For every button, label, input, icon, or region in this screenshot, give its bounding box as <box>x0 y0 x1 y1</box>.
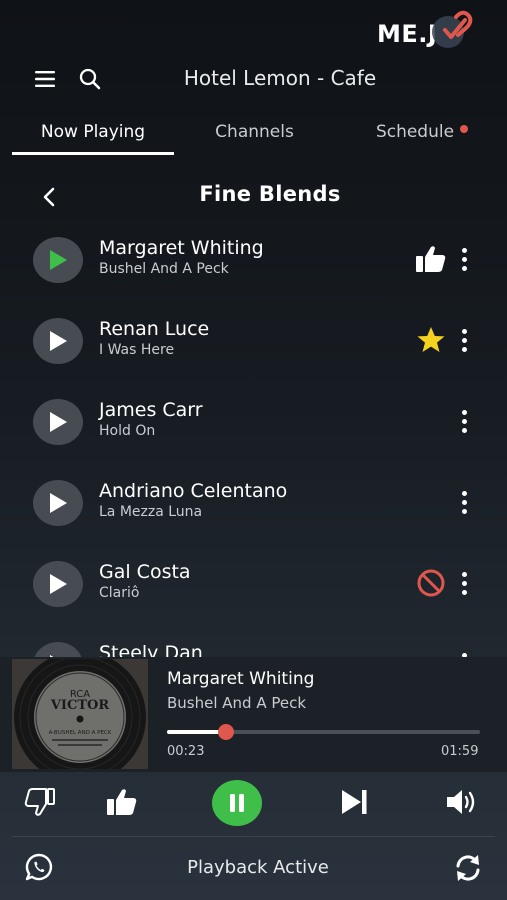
track-artist: Gal Costa <box>99 561 191 583</box>
track-more-menu[interactable] <box>452 322 476 358</box>
volume-icon[interactable] <box>442 776 482 828</box>
tab-label: Schedule <box>375 122 455 142</box>
tab-label: Channels <box>215 122 294 142</box>
whatsapp-icon[interactable] <box>22 850 56 884</box>
play-button[interactable] <box>33 480 83 526</box>
track-song: Clariô <box>99 585 140 601</box>
track-song: Hold On <box>99 423 156 439</box>
skip-next-icon[interactable] <box>336 776 372 828</box>
play-button[interactable] <box>33 561 83 607</box>
album-label-title: A-BUSHEL AND A PECK <box>49 730 112 736</box>
track-song: La Mezza Luna <box>99 504 203 520</box>
track-artist: Margaret Whiting <box>99 237 264 259</box>
back-icon[interactable] <box>34 182 64 212</box>
tab-channels[interactable]: Channels <box>182 122 327 150</box>
blocked-icon <box>414 566 448 600</box>
track-more-menu[interactable] <box>452 484 476 520</box>
track-row[interactable]: James Carr Hold On <box>0 399 507 480</box>
play-icon <box>50 331 67 351</box>
track-artist: Andriano Celentano <box>99 480 288 502</box>
progress-bar[interactable] <box>167 724 480 740</box>
playlist-title: Fine Blends <box>199 182 341 206</box>
now-playing-artist: Margaret Whiting <box>167 669 315 689</box>
progress-handle[interactable] <box>218 724 235 740</box>
play-icon <box>50 493 67 513</box>
divider <box>12 836 495 837</box>
pause-icon <box>230 794 244 812</box>
playback-status: Playback Active <box>187 857 329 878</box>
now-playing-panel: RCA VICTOR A-BUSHEL AND A PECK Margaret … <box>0 657 507 772</box>
track-more-menu[interactable] <box>452 403 476 439</box>
refresh-icon[interactable] <box>450 850 486 886</box>
thumbs-up-icon <box>414 242 448 276</box>
track-row[interactable]: Margaret Whiting Bushel And A Peck <box>0 237 507 318</box>
star-icon <box>414 323 448 357</box>
track-more-menu[interactable] <box>452 241 476 277</box>
tab-schedule[interactable]: Schedule <box>340 122 490 150</box>
tab-active-indicator <box>12 152 174 155</box>
track-row[interactable]: Gal Costa Clariô <box>0 561 507 642</box>
tab-now-playing[interactable]: Now Playing <box>12 122 174 150</box>
track-more-menu[interactable] <box>452 565 476 601</box>
track-artist: James Carr <box>99 399 203 421</box>
total-time: 01:59 <box>441 744 479 759</box>
play-button[interactable] <box>33 318 83 364</box>
page-title: Hotel Lemon - Cafe <box>183 66 377 90</box>
notification-badge <box>460 125 469 133</box>
track-song: I Was Here <box>99 342 175 358</box>
play-button[interactable] <box>33 237 83 283</box>
play-icon <box>50 412 67 432</box>
thumbs-down-icon[interactable] <box>20 776 60 828</box>
album-label-brand: VICTOR <box>50 698 110 713</box>
pause-button[interactable] <box>212 780 262 826</box>
track-song: Bushel And A Peck <box>99 261 229 277</box>
track-row[interactable]: Renan Luce I Was Here <box>0 318 507 399</box>
thumbs-up-icon[interactable] <box>102 776 142 828</box>
brand-logo: ME.J <box>377 10 487 58</box>
track-row[interactable]: Andriano Celentano La Mezza Luna <box>0 480 507 561</box>
tab-label: Now Playing <box>40 122 146 142</box>
play-icon <box>50 250 67 270</box>
play-button[interactable] <box>33 399 83 445</box>
menu-icon[interactable] <box>30 64 60 94</box>
track-artist: Renan Luce <box>99 318 210 340</box>
now-playing-song: Bushel And A Peck <box>167 694 307 712</box>
logo-heart-icon <box>432 10 473 48</box>
album-art: RCA VICTOR A-BUSHEL AND A PECK <box>12 659 148 769</box>
play-icon <box>50 574 67 594</box>
elapsed-time: 00:23 <box>167 744 205 759</box>
